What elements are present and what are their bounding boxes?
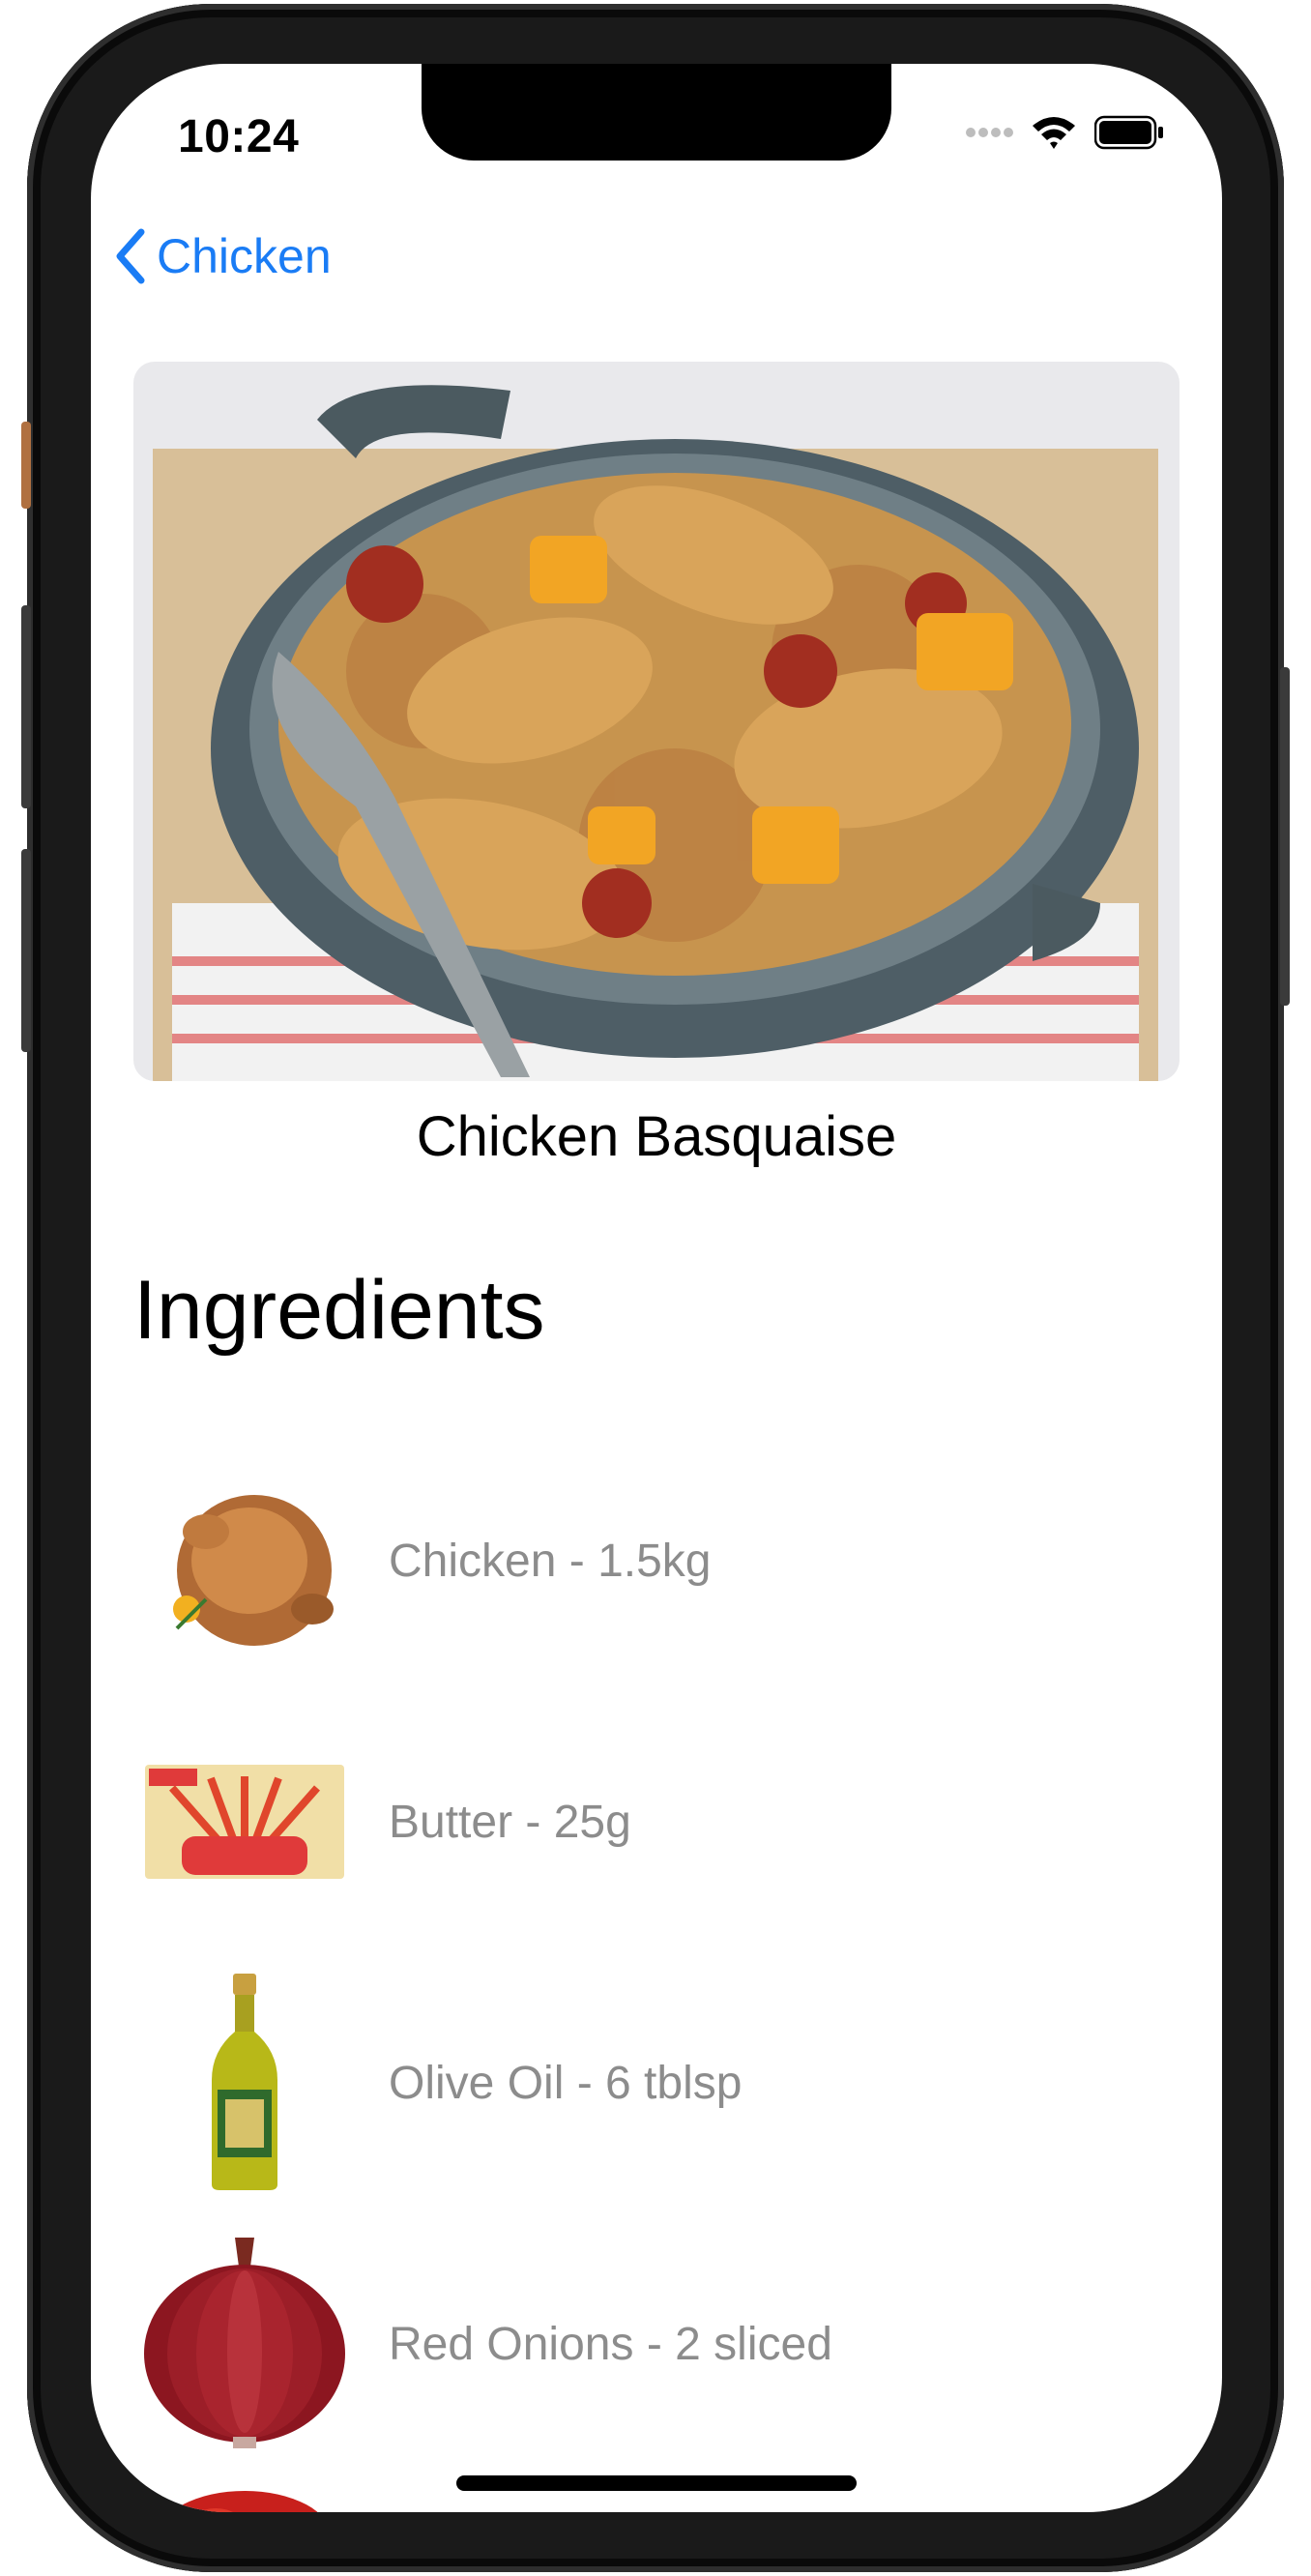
home-indicator[interactable]: [456, 2475, 857, 2491]
ingredient-label: Red Onions - 2 sliced: [389, 2318, 832, 2370]
app-screen: 10:24 Chicken Chicken Basquaise Ingredie…: [91, 64, 1222, 2512]
ingredient-row[interactable]: Butter - 25g: [133, 1706, 1180, 1938]
wifi-icon: [1033, 117, 1075, 149]
back-button-label: Chicken: [157, 229, 332, 283]
ingredient-row[interactable]: Olive Oil - 6 tblsp: [133, 1967, 1180, 2199]
roast-chicken-image: [133, 1449, 356, 1672]
notch: [422, 64, 891, 161]
cellular-signal-icon: [966, 128, 1013, 137]
battery-icon: [1094, 115, 1163, 150]
silent-switch: [21, 422, 31, 509]
power-button: [1280, 667, 1290, 1006]
back-button[interactable]: Chicken: [114, 228, 332, 284]
ingredients-heading: Ingredients: [133, 1264, 545, 1357]
volume-down-button: [21, 849, 31, 1052]
red-onion-image: [133, 2233, 356, 2455]
status-icons: [965, 114, 1164, 151]
ingredient-row[interactable]: Red Onions - 2 sliced: [133, 2228, 1180, 2460]
ingredient-label: Olive Oil - 6 tblsp: [389, 2057, 743, 2109]
ingredient-label: Butter - 25g: [389, 1796, 631, 1848]
chevron-left-icon: [116, 228, 145, 284]
ingredient-row[interactable]: Chicken - 1.5kg: [133, 1445, 1180, 1677]
ingredient-row-partial[interactable]: [133, 2489, 1180, 2512]
olive-oil-image: [133, 1972, 356, 2194]
ingredient-label: Chicken - 1.5kg: [389, 1535, 712, 1587]
chicken-paella-image: [133, 362, 1180, 1081]
butter-image: [133, 1711, 356, 1933]
recipe-title: Chicken Basquaise: [416, 1105, 897, 1168]
recipe-hero-image: [133, 362, 1180, 1081]
red-pepper-image: [133, 2489, 356, 2512]
volume-up-button: [21, 605, 31, 808]
status-time: 10:24: [178, 111, 300, 162]
